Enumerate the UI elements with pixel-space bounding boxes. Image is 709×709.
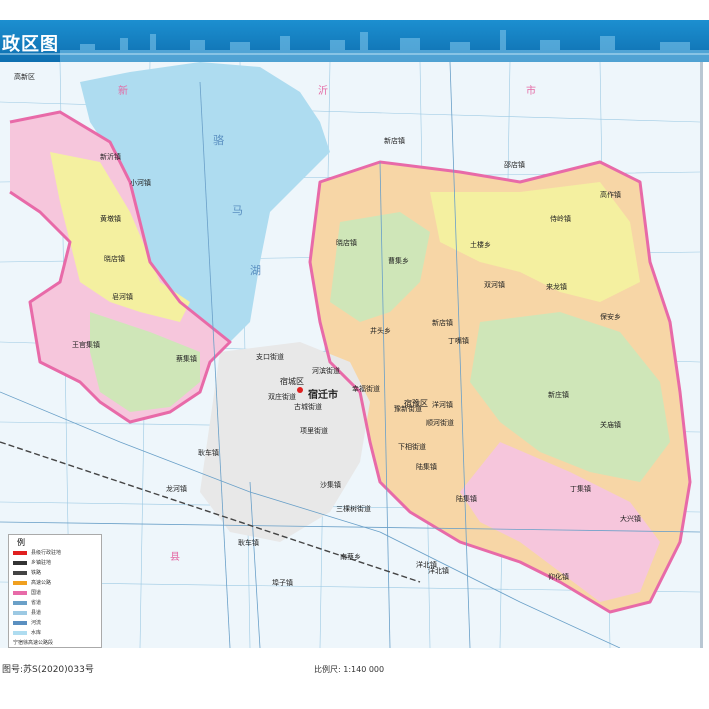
capital-label: 宿迁市 <box>308 390 338 401</box>
place-label-gucheng: 古城街道 <box>294 403 322 411</box>
legend-row: 铁路 <box>13 569 97 577</box>
place-label-xingfu: 幸福街道 <box>352 385 380 393</box>
skyline-graphic <box>0 30 709 62</box>
legend-swatch <box>13 601 27 605</box>
place-label-chenji: 曹集乡 <box>388 257 409 265</box>
legend-text: 县道 <box>31 610 42 616</box>
scale-text: 比例尺: 1:140 000 <box>314 665 385 674</box>
place-label-jinglin: 晓店镇 <box>336 239 357 247</box>
legend-swatch <box>13 581 27 585</box>
place-label-zhenjiang: 侍岭镇 <box>550 215 571 223</box>
legend-row: 省道 <box>13 599 97 607</box>
legend-text: 省道 <box>31 600 42 606</box>
lake-label-2: 马 <box>232 204 243 217</box>
legend-text: 县级行政驻地 <box>31 550 62 556</box>
place-label-lundun: 洋北镇 <box>416 561 437 569</box>
legend-row: 县级行政驻地 <box>13 549 97 557</box>
legend-row: 水库 <box>13 629 97 637</box>
lake-label-1: 骆 <box>213 134 224 147</box>
place-label-yaoji: 耿车镇 <box>198 449 219 457</box>
place-label-yangjie: 仰化镇 <box>548 573 569 581</box>
legend-note: 宁宿徐高速公路段 <box>13 640 54 646</box>
legend-text: 河流 <box>31 620 42 626</box>
place-label-nancai: 南蔡乡 <box>340 553 361 561</box>
place-label-xiaohe: 小河镇 <box>130 179 151 187</box>
place-label-hebin: 河滨街道 <box>312 367 340 375</box>
place-label-jinqiao: 井头乡 <box>370 327 391 335</box>
place-label-gaozuo: 高作镇 <box>600 191 621 199</box>
legend-text: 高速公路 <box>31 580 52 586</box>
label-sucheng: 宿城区 <box>280 377 304 386</box>
place-label-xiangcheng: 项里街道 <box>300 427 328 435</box>
place-label-jixi: 耿车镇 <box>238 539 259 547</box>
place-label-yuanji: 关庙镇 <box>600 421 621 429</box>
region-char-1: 新 <box>118 86 128 97</box>
place-label-gaoshan: 高新区 <box>14 73 35 81</box>
place-label-yangbei: 洋河镇 <box>432 401 453 409</box>
legend-swatch <box>13 631 27 635</box>
place-label-longhe: 龙河镇 <box>166 485 187 493</box>
place-label-xinqing: 新店镇 <box>384 137 405 145</box>
approval-number: 图号:苏S(2020)033号 <box>2 665 94 675</box>
place-label-dingji: 丁集镇 <box>570 485 591 493</box>
legend-text: 水库 <box>31 630 42 636</box>
legend-swatch <box>13 611 27 615</box>
legend-row: 县道 <box>13 609 97 617</box>
place-label-wangguanji: 王官集镇 <box>72 341 100 349</box>
place-label-huanglin: 黄墩镇 <box>100 215 121 223</box>
place-label-xiaxiang: 下相街道 <box>398 443 426 451</box>
place-label-caiji2: 来龙镇 <box>546 283 567 291</box>
place-label-caiji: 蔡集镇 <box>176 355 197 363</box>
county-char: 县 <box>170 552 180 563</box>
place-label-xinyi: 新沂镇 <box>100 153 121 161</box>
place-label-sanshu: 三棵树街道 <box>336 505 371 513</box>
legend-swatch <box>13 551 27 555</box>
place-label-luoma: 晓店镇 <box>104 255 125 263</box>
place-label-dingfu: 双河镇 <box>484 281 505 289</box>
title-banner: 政区图 <box>0 20 709 62</box>
map-title: 政区图 <box>2 34 59 55</box>
legend-text: 乡镇驻地 <box>31 560 52 566</box>
place-label-ludun: 邵店镇 <box>504 161 525 169</box>
place-label-shuangzhuang: 双庄街道 <box>268 393 296 401</box>
place-label-luji: 陆集镇 <box>456 495 477 503</box>
place-label-zaohe: 皂河镇 <box>112 293 133 301</box>
place-label-shimen: 顺河街道 <box>426 419 454 427</box>
legend-text: 国道 <box>31 590 42 596</box>
place-label-dadong: 大兴镇 <box>620 515 641 523</box>
region-char-2: 沂 <box>318 86 328 97</box>
map-legend: 例 县级行政驻地 乡镇驻地铁路高速公路国道省道县道河流水库 宁宿徐高速公路段 <box>8 534 102 648</box>
legend-swatch <box>13 571 27 575</box>
legend-row: 国道 <box>13 589 97 597</box>
legend-swatch <box>13 591 27 595</box>
legend-text: 铁路 <box>31 570 42 576</box>
place-label-yanghe: 陆集镇 <box>416 463 437 471</box>
legend-row: 河流 <box>13 619 97 627</box>
lake-label-3: 湖 <box>250 264 261 277</box>
legend-title: 例 <box>17 538 25 547</box>
legend-row: 乡镇驻地 <box>13 559 97 567</box>
region-char-3: 市 <box>526 86 536 97</box>
place-label-tianzi: 土楼乡 <box>470 241 491 249</box>
place-label-yudao: 豫新街道 <box>394 405 422 413</box>
place-label-zhikou: 支口街道 <box>256 353 284 361</box>
place-label-dongxian: 新庄镇 <box>548 391 569 399</box>
legend-row: 高速公路 <box>13 579 97 587</box>
place-label-zhongyang: 埠子镇 <box>272 579 293 587</box>
capital-marker <box>297 387 303 393</box>
place-label-baozi: 保安乡 <box>600 313 621 321</box>
place-label-xinzhuang: 新店镇 <box>432 319 453 327</box>
legend-swatch <box>13 561 27 565</box>
place-label-zhouji: 沙集镇 <box>320 481 341 489</box>
legend-swatch <box>13 621 27 625</box>
place-label-dingzui: 丁嘴镇 <box>448 337 469 345</box>
